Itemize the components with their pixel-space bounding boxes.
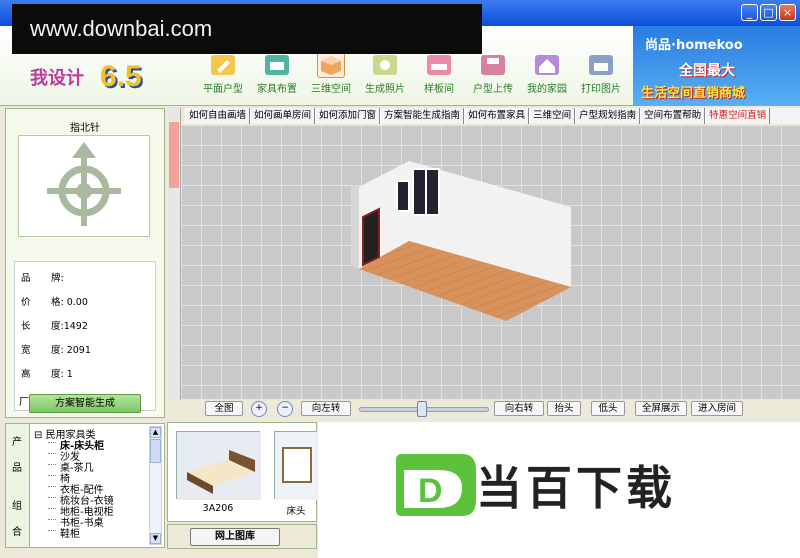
tool-floor-plan[interactable]: 平面户型 — [196, 52, 250, 98]
product-thumb-3a206[interactable] — [176, 431, 261, 500]
prop-brand: 品牌: — [21, 273, 64, 284]
camera-icon — [371, 52, 399, 78]
watermark-text: 当百下载 — [476, 461, 676, 515]
tool-furniture[interactable]: 家具布置 — [250, 52, 304, 98]
help-link-layout-guide[interactable]: 户型规划指南 — [575, 108, 641, 124]
tree-scrollbar[interactable]: ▲ ▼ — [149, 426, 162, 545]
tool-3d-space[interactable]: 三维空间 — [304, 52, 358, 98]
maximize-button[interactable]: □ — [760, 4, 777, 21]
canvas-scroll-thumb[interactable] — [169, 122, 179, 188]
tab-products[interactable]: 产品 — [12, 430, 24, 482]
app-logo: 我设计 6.5 — [30, 56, 160, 106]
full-view-button[interactable]: 全图 — [205, 401, 243, 416]
view-controls-bar: 全图 + − 向左转 向右转 抬头 低头 全屏展示 进入房间 — [181, 400, 800, 418]
product-code-nightstand: 床头 — [286, 506, 306, 517]
help-link-bar: 如何自由画墙 如何画单房间 如何添加门窗 方案智能生成指南 如何布置家具 三维空… — [185, 108, 800, 124]
compass-title: 指北针 — [70, 123, 100, 134]
help-link-3d[interactable]: 三维空间 — [529, 108, 576, 124]
sofa-icon — [263, 52, 291, 78]
printer-icon — [587, 52, 615, 78]
tree-item-dresser[interactable]: 梳妆台-衣镜 — [34, 492, 152, 507]
rotation-slider-thumb[interactable] — [417, 401, 427, 417]
look-down-button[interactable]: 低头 — [591, 401, 625, 416]
prop-manufacturer-key: 厂 — [19, 397, 29, 408]
tree-item-wardrobe[interactable]: 衣柜-配件 — [34, 481, 152, 496]
tree-item-bed[interactable]: 床-床头柜 — [34, 437, 152, 452]
scroll-down-icon[interactable]: ▼ — [150, 533, 161, 544]
tree-item-table[interactable]: 桌-茶几 — [34, 459, 152, 474]
product-thumbnail-panel: 3A206 床头 — [167, 422, 317, 522]
design-canvas[interactable] — [181, 125, 800, 399]
product-thumb-nightstand[interactable] — [274, 431, 317, 500]
minimize-button[interactable]: _ — [741, 4, 758, 21]
tree-item-bookcase[interactable]: 书柜-书桌 — [34, 514, 152, 529]
disk-icon — [479, 52, 507, 78]
download-site-watermark: D 当百下载 — [318, 422, 800, 558]
scroll-thumb[interactable] — [150, 439, 161, 463]
catalog-tree-panel: 产品 组合 ⊟ 民用家具类 床-床头柜 沙发 桌-茶几 椅 衣柜-配件 梳妆台-… — [5, 423, 165, 548]
pencil-icon — [209, 52, 237, 78]
site-watermark: www.downbai.com — [12, 4, 482, 54]
help-link-draw-room[interactable]: 如何画单房间 — [250, 108, 316, 124]
left-panel: 指北针 品牌: 价格: 0.00 长度:1492 宽度: 2091 高度: 1 — [5, 108, 165, 418]
promo-line1: 全国最大 — [679, 63, 735, 79]
look-up-button[interactable]: 抬头 — [547, 401, 581, 416]
tool-my-home[interactable]: 我的家园 — [520, 52, 574, 98]
help-link-add-door[interactable]: 如何添加门窗 — [315, 108, 381, 124]
compass-widget[interactable] — [18, 135, 150, 237]
close-button[interactable]: × — [779, 4, 796, 21]
room-3d-view — [351, 161, 571, 321]
watermark-logo: D — [392, 450, 480, 520]
promo-banner[interactable]: 尚品·homekoo 全国最大 生活空间直销商城 — [633, 26, 800, 106]
help-link-furniture[interactable]: 如何布置家具 — [464, 108, 530, 124]
tool-upload[interactable]: 户型上传 — [466, 52, 520, 98]
help-link-smart-guide[interactable]: 方案智能生成指南 — [380, 108, 465, 124]
prop-length: 长度:1492 — [21, 321, 88, 332]
scroll-up-icon[interactable]: ▲ — [150, 427, 161, 438]
product-code-3a206: 3A206 — [202, 503, 234, 514]
app-logo-text: 我设计 — [30, 68, 84, 89]
smart-generate-button[interactable]: 方案智能生成 — [29, 394, 141, 413]
tab-combos[interactable]: 组合 — [12, 494, 24, 546]
main-toolbar: 平面户型 家具布置 三维空间 生成照片 样板间 户型上传 我的家园 打印图片 — [196, 52, 628, 98]
rotate-left-button[interactable]: 向左转 — [301, 401, 351, 416]
zoom-in-icon[interactable]: + — [251, 401, 267, 417]
tool-showroom[interactable]: 样板间 — [412, 52, 466, 98]
bed-icon — [425, 52, 453, 78]
tree-item-chair[interactable]: 椅 — [34, 470, 152, 485]
cube-icon — [317, 52, 345, 78]
tool-print[interactable]: 打印图片 — [574, 52, 628, 98]
prop-width: 宽度: 2091 — [21, 345, 91, 356]
compass-icon — [47, 142, 121, 226]
tree-item-sofa[interactable]: 沙发 — [34, 448, 152, 463]
help-link-deals[interactable]: 特惠空间直销 — [705, 108, 771, 124]
tree-tabs: 产品 组合 — [6, 424, 30, 547]
window-controls: _ □ × — [741, 4, 796, 21]
canvas-vertical-scrollbar[interactable] — [168, 108, 181, 400]
tree-item-tv-cabinet[interactable]: 地柜-电视柜 — [34, 503, 152, 518]
promo-line2: 生活空间直销商城 — [641, 86, 746, 101]
category-tree: ⊟ 民用家具类 床-床头柜 沙发 桌-茶几 椅 衣柜-配件 梳妆台-衣镜 地柜-… — [34, 426, 152, 540]
promo-brand: 尚品·homekoo — [645, 38, 743, 53]
zoom-out-icon[interactable]: − — [277, 401, 293, 417]
app-version: 6.5 — [100, 60, 142, 93]
help-link-space-help[interactable]: 空间布置帮助 — [640, 108, 706, 124]
svg-text:D: D — [418, 472, 443, 510]
prop-price: 价格: 0.00 — [21, 297, 88, 308]
prop-height: 高度: 1 — [21, 369, 73, 380]
tree-root[interactable]: ⊟ 民用家具类 — [34, 426, 152, 441]
enter-room-button[interactable]: 进入房间 — [691, 401, 743, 416]
online-library-button[interactable]: 网上图库 — [190, 528, 280, 546]
fullscreen-button[interactable]: 全屏展示 — [635, 401, 687, 416]
house-icon — [533, 52, 561, 78]
rotate-right-button[interactable]: 向右转 — [494, 401, 544, 416]
tree-item-shoe-cabinet[interactable]: 鞋柜 — [34, 525, 152, 540]
tool-photo[interactable]: 生成照片 — [358, 52, 412, 98]
help-link-draw-wall[interactable]: 如何自由画墙 — [185, 108, 251, 124]
property-list: 品牌: 价格: 0.00 长度:1492 宽度: 2091 高度: 1 — [14, 261, 156, 411]
